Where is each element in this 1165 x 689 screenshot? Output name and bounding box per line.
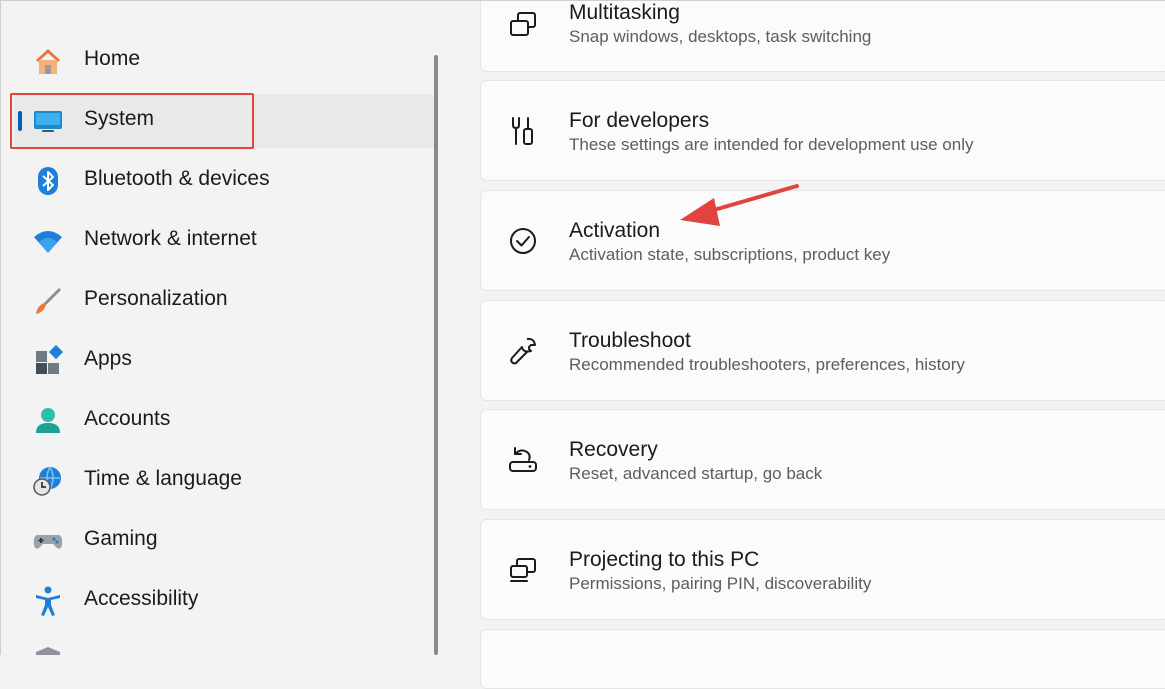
card-title: For developers bbox=[569, 109, 710, 132]
settings-card-activation[interactable]: Activation Activation state, subscriptio… bbox=[480, 190, 1165, 291]
card-description: Snap windows, desktops, task switching bbox=[569, 27, 872, 46]
card-description: Recommended troubleshooters, preferences… bbox=[569, 355, 965, 374]
system-settings-list: Multitasking Snap windows, desktops, tas… bbox=[480, 0, 1165, 689]
sidebar-item-network[interactable]: Network & internet bbox=[14, 214, 436, 268]
sidebar-item-accessibility[interactable]: Accessibility bbox=[14, 574, 436, 628]
sidebar-item-label: Bluetooth & devices bbox=[84, 167, 270, 190]
sidebar-item-label: Apps bbox=[84, 347, 132, 370]
settings-card-recovery[interactable]: Recovery Reset, advanced startup, go bac… bbox=[480, 409, 1165, 510]
card-title: Recovery bbox=[569, 438, 658, 461]
card-description: Permissions, pairing PIN, discoverabilit… bbox=[569, 574, 872, 593]
gamepad-icon bbox=[32, 525, 64, 557]
multitasking-icon bbox=[507, 9, 539, 41]
account-icon bbox=[32, 405, 64, 437]
annotation-highlight-box bbox=[10, 93, 254, 149]
wifi-icon bbox=[32, 225, 64, 257]
card-title: Multitasking bbox=[569, 1, 680, 24]
card-title: Projecting to this PC bbox=[569, 548, 760, 571]
settings-card-multitasking[interactable]: Multitasking Snap windows, desktops, tas… bbox=[480, 0, 1165, 72]
recovery-icon bbox=[507, 444, 539, 476]
sidebar-item-label: Accessibility bbox=[84, 587, 199, 610]
card-description: These settings are intended for developm… bbox=[569, 135, 974, 154]
projecting-icon bbox=[507, 554, 539, 586]
sidebar-item-label: Home bbox=[84, 47, 141, 70]
sidebar-item-label: Accounts bbox=[84, 407, 171, 430]
wrench-icon bbox=[507, 335, 539, 367]
sidebar-item-label: Personalization bbox=[84, 287, 228, 310]
sidebar-item-home[interactable]: Home bbox=[14, 34, 436, 88]
settings-card-troubleshoot[interactable]: Troubleshoot Recommended troubleshooters… bbox=[480, 300, 1165, 401]
brush-icon bbox=[32, 285, 64, 317]
sidebar-item-personalization[interactable]: Personalization bbox=[14, 274, 436, 328]
apps-icon bbox=[32, 345, 64, 377]
card-title: Troubleshoot bbox=[569, 329, 691, 352]
sidebar-scrollbar[interactable] bbox=[434, 55, 438, 655]
sidebar-item-apps[interactable]: Apps bbox=[14, 334, 436, 388]
globe-clock-icon bbox=[32, 465, 64, 497]
developer-tools-icon bbox=[507, 115, 539, 147]
settings-card-for-developers[interactable]: For developers These settings are intend… bbox=[480, 80, 1165, 181]
settings-card-projecting[interactable]: Projecting to this PC Permissions, pairi… bbox=[480, 519, 1165, 620]
sidebar-item-accounts[interactable]: Accounts bbox=[14, 394, 436, 448]
card-description: Activation state, subscriptions, product… bbox=[569, 245, 891, 264]
card-description: Reset, advanced startup, go back bbox=[569, 464, 823, 483]
settings-card-partial[interactable] bbox=[480, 629, 1165, 689]
sidebar-item-bluetooth[interactable]: Bluetooth & devices bbox=[14, 154, 436, 208]
sidebar-item-label: Time & language bbox=[84, 467, 242, 490]
sidebar-item-time-language[interactable]: Time & language bbox=[14, 454, 436, 508]
sidebar-item-privacy-partial[interactable] bbox=[14, 634, 436, 655]
check-circle-icon bbox=[507, 225, 539, 257]
shield-icon bbox=[32, 645, 64, 655]
bluetooth-icon bbox=[32, 165, 64, 197]
card-title: Activation bbox=[569, 219, 661, 242]
sidebar-item-label: Gaming bbox=[84, 527, 158, 550]
home-icon bbox=[32, 45, 64, 77]
accessibility-icon bbox=[32, 585, 64, 617]
sidebar-item-label: Network & internet bbox=[84, 227, 257, 250]
sidebar-item-gaming[interactable]: Gaming bbox=[14, 514, 436, 568]
